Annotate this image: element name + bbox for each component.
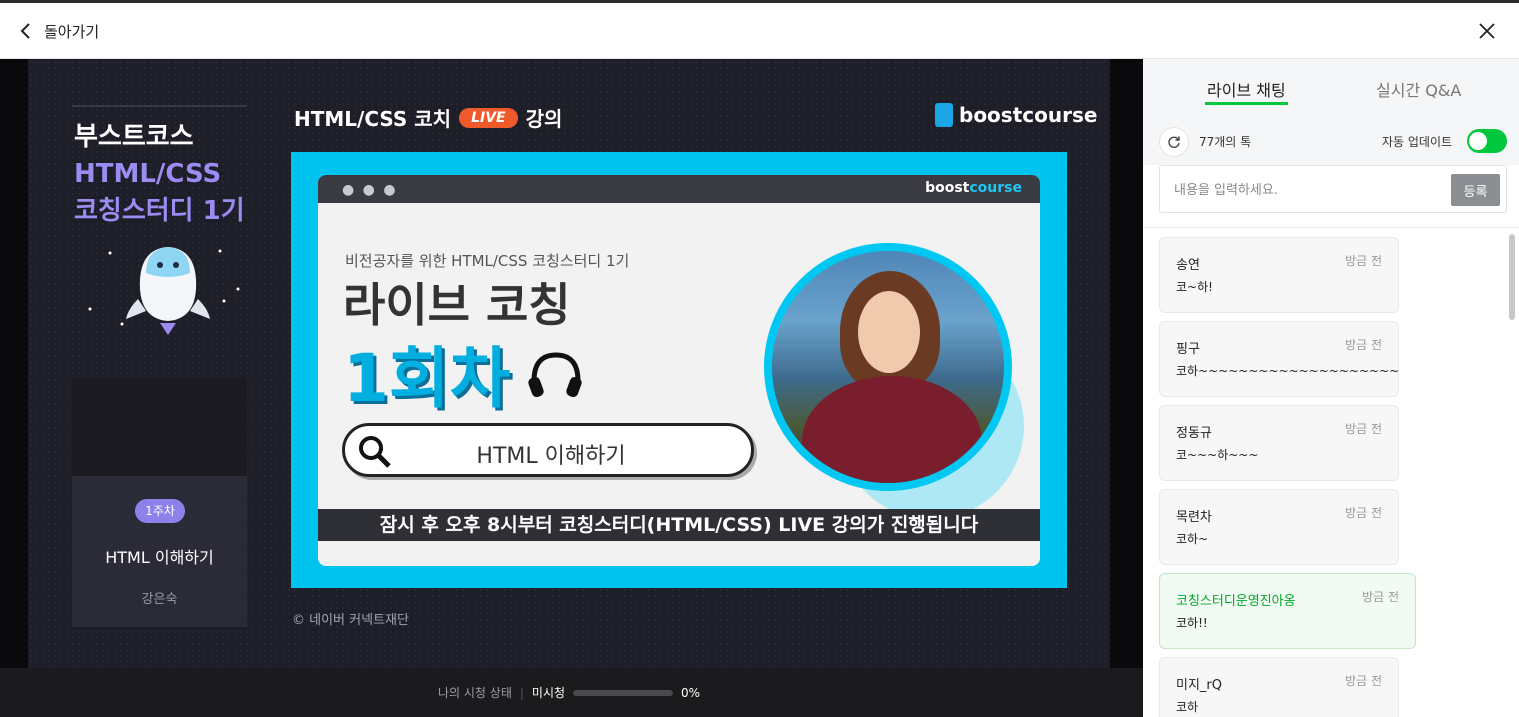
browser-window-mock: ● ● ● boostcourse 비전공자를 위한 HTML/CSS 코칭스터… bbox=[318, 175, 1040, 566]
chat-message: 정동규 방금 전코~~~하~~~ bbox=[1159, 405, 1399, 481]
chat-message-text: 코~~~하~~~ bbox=[1176, 448, 1259, 462]
watch-progress-bar bbox=[573, 689, 674, 696]
slide-heading: HTML/CSS 코치 LIVE 강의 bbox=[294, 103, 562, 132]
watch-status-value: 미시청 bbox=[531, 686, 566, 700]
course-brand-title: 부스트코스 HTML/CSS 코칭스터디 1기 bbox=[74, 119, 245, 230]
chat-message-author: 미지_rQ bbox=[1176, 678, 1222, 693]
chat-message-time: 방금 전 bbox=[1345, 506, 1382, 520]
chat-message-text: 코하~~~~~~~~~~~~~~~~~~~~ bbox=[1176, 364, 1400, 378]
watch-status-separator: | bbox=[519, 685, 524, 700]
watch-status-bar: 나의 시청 상태 | 미시청 0% bbox=[0, 668, 1143, 717]
brand-line-1: 부스트코스 bbox=[74, 122, 194, 152]
boostcourse-logo-icon bbox=[935, 103, 953, 127]
back-button[interactable]: 돌아가기 bbox=[18, 19, 99, 43]
chat-tabs: 라이브 채팅 실시간 Q&A bbox=[1143, 59, 1519, 117]
top-header: 돌아가기 bbox=[0, 3, 1519, 59]
auto-update-toggle[interactable] bbox=[1467, 129, 1507, 153]
chat-message: 미지_rQ 방금 전코하 bbox=[1159, 657, 1399, 717]
talk-count: 77개의 톡 bbox=[1199, 135, 1252, 149]
slide-heading-suffix: 강의 bbox=[525, 107, 563, 131]
scrollbar[interactable] bbox=[1509, 234, 1515, 320]
slide-banner: 잠시 후 오후 8시부터 코칭스터디(HTML/CSS) LIVE 강의가 진행… bbox=[318, 509, 1040, 541]
chat-message-text: 코하 bbox=[1176, 700, 1199, 714]
week-author: 강은숙 bbox=[141, 592, 178, 607]
headphones-icon bbox=[528, 352, 582, 398]
slide-session-number: 1회차 bbox=[343, 340, 511, 417]
instructor-portrait bbox=[764, 243, 1012, 491]
watch-progress-percent: 0% bbox=[681, 685, 701, 700]
week-title: HTML 이해하기 bbox=[105, 548, 214, 567]
chat-message-time: 방금 전 bbox=[1345, 338, 1382, 352]
lecture-slide: 부스트코스 HTML/CSS 코칭스터디 1기 1주차 HTML 이해하기 강은… bbox=[28, 59, 1110, 668]
chat-message-text: 코하~ bbox=[1176, 532, 1209, 546]
watch-status: 나의 시청 상태 | 미시청 0% bbox=[438, 684, 700, 701]
chat-message-author: 코칭스터디운영진아옹 bbox=[1176, 594, 1296, 609]
week-badge: 1주차 bbox=[135, 499, 185, 523]
brand-line-2: HTML/CSS bbox=[74, 159, 222, 189]
chat-message-author: 정동규 bbox=[1176, 426, 1212, 441]
portrait-body bbox=[802, 376, 982, 483]
close-icon[interactable] bbox=[1477, 21, 1497, 41]
chat-message-time: 방금 전 bbox=[1345, 674, 1382, 688]
chevron-left-icon bbox=[20, 23, 30, 39]
week-card: 1주차 HTML 이해하기 강은숙 bbox=[72, 378, 247, 627]
copyright: © 네이버 커넥트재단 bbox=[292, 613, 409, 628]
window-logo-a: boost bbox=[925, 180, 970, 196]
chat-message-time: 방금 전 bbox=[1362, 590, 1399, 604]
window-logo-b: course bbox=[969, 180, 1022, 196]
chat-toolbar: 77개의 톡 자동 업데이트 bbox=[1143, 117, 1519, 165]
watch-status-label: 나의 시청 상태 bbox=[438, 686, 512, 700]
live-badge: LIVE bbox=[459, 107, 518, 128]
chat-message: 송연 방금 전코~하! bbox=[1159, 237, 1399, 313]
slide-subtitle: 비전공자를 위한 HTML/CSS 코칭스터디 1기 bbox=[345, 252, 630, 270]
chat-message: 코칭스터디운영진아옹 방금 전코하!! bbox=[1159, 573, 1416, 649]
chat-input[interactable] bbox=[1174, 178, 1434, 202]
chat-panel: 라이브 채팅 실시간 Q&A 77개의 톡 자동 업데이트 등록 송연방금 전코… bbox=[1143, 59, 1519, 717]
chat-message-author: 목련차 bbox=[1176, 510, 1212, 525]
tab-live-chat[interactable]: 라이브 채팅 bbox=[1205, 77, 1288, 105]
refresh-icon bbox=[1168, 136, 1180, 148]
chat-message-time: 방금 전 bbox=[1345, 422, 1382, 436]
chat-message-list[interactable]: 송연 방금 전 코~하! 핑구 방금 전 코하~~~~~~~~~~~~~~~~~~~~ 정동… bbox=[1143, 227, 1519, 717]
chat-message-author: 송연 bbox=[1176, 258, 1200, 273]
slide-heading-prefix: HTML/CSS 코치 bbox=[294, 107, 452, 131]
chat-message-text: 코~하! bbox=[1176, 280, 1213, 294]
video-player[interactable]: 부스트코스 HTML/CSS 코칭스터디 1기 1주차 HTML 이해하기 강은… bbox=[0, 59, 1143, 717]
chat-message-text: 코하!! bbox=[1176, 616, 1208, 630]
boostcourse-logo: boostcourse bbox=[935, 103, 1097, 127]
back-label: 돌아가기 bbox=[44, 22, 100, 41]
rocket-mascot-icon bbox=[88, 247, 240, 335]
chat-message-author: 핑구 bbox=[1176, 342, 1200, 357]
boostcourse-logo-text: boostcourse bbox=[959, 103, 1098, 127]
chat-input-box: 등록 bbox=[1159, 165, 1507, 213]
divider bbox=[72, 105, 247, 107]
tab-realtime-qa[interactable]: 실시간 Q&A bbox=[1376, 77, 1461, 101]
submit-button[interactable]: 등록 bbox=[1451, 174, 1500, 206]
toggle-knob bbox=[1469, 132, 1487, 150]
window-dots: ● ● ● bbox=[342, 182, 398, 198]
slide-search-bar: HTML 이해하기 bbox=[342, 423, 754, 477]
window-bar: ● ● ● boostcourse bbox=[318, 175, 1040, 203]
window-logo: boostcourse bbox=[925, 180, 1022, 196]
auto-update-label: 자동 업데이트 bbox=[1382, 135, 1453, 149]
chat-message: 핑구 방금 전코하~~~~~~~~~~~~~~~~~~~~ bbox=[1159, 321, 1399, 397]
chat-message-time: 방금 전 bbox=[1345, 254, 1382, 268]
refresh-button[interactable] bbox=[1159, 127, 1189, 157]
slide-frame: ● ● ● boostcourse 비전공자를 위한 HTML/CSS 코칭스터… bbox=[291, 152, 1067, 588]
slide-search-text: HTML 이해하기 bbox=[476, 444, 626, 469]
portrait-face bbox=[858, 291, 920, 373]
chat-message: 목련차 방금 전코하~ bbox=[1159, 489, 1399, 565]
brand-line-3: 코칭스터디 1기 bbox=[74, 196, 245, 226]
week-card-thumbnail bbox=[72, 378, 247, 476]
